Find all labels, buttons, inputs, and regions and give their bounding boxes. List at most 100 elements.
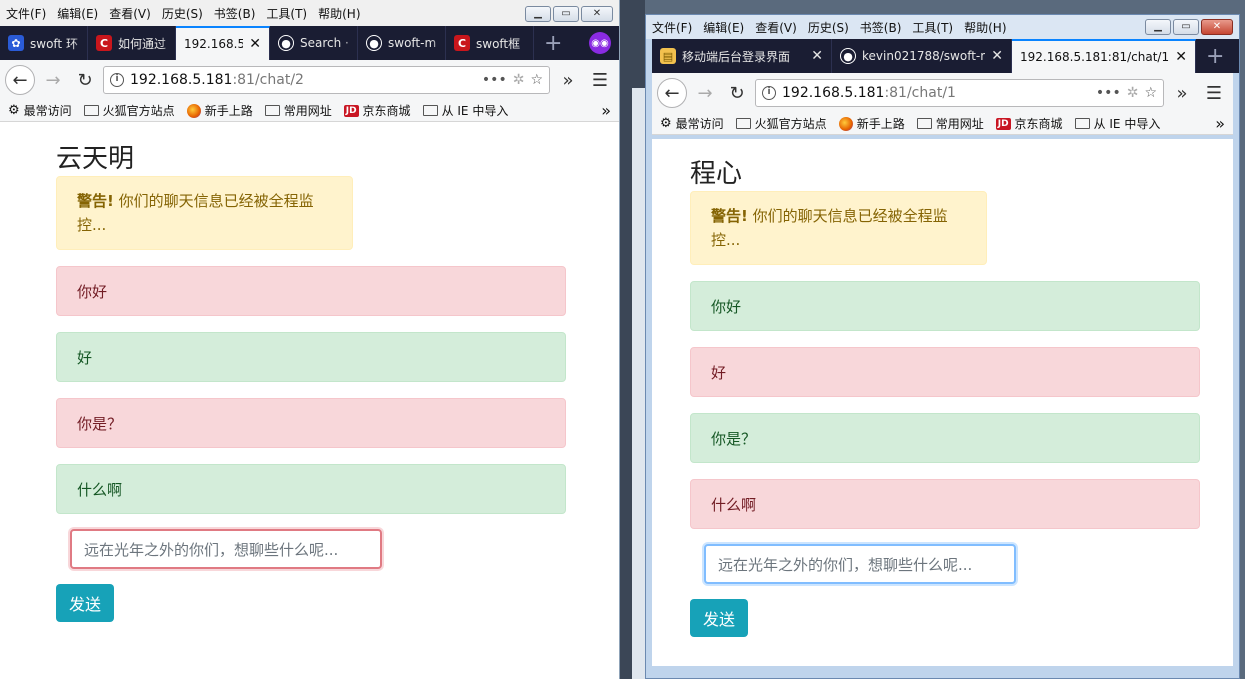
menu-edit[interactable]: 编辑(E)	[703, 19, 744, 36]
star-bookmark-icon[interactable]: ☆	[1144, 85, 1157, 101]
chat-input[interactable]: 远在光年之外的你们，想聊些什么呢...	[704, 544, 1016, 584]
bookmark-firefox-official[interactable]: 火狐官方站点	[83, 102, 175, 119]
close-tab-icon[interactable]: ✕	[991, 48, 1003, 64]
tab-label: swoft框	[476, 36, 521, 51]
bookmark-firefox-official[interactable]: 火狐官方站点	[735, 115, 827, 132]
send-button[interactable]: 发送	[690, 599, 748, 637]
url-bar[interactable]: i 192.168.5.181:81/chat/1 ••• ✲ ☆	[755, 79, 1164, 107]
bookmark-jd[interactable]: JD 京东商城	[995, 115, 1063, 132]
close-tab-icon[interactable]: ✕	[249, 36, 261, 52]
gear-icon: ⚙	[8, 103, 20, 118]
tab-label: 如何通过	[118, 36, 167, 51]
reload-icon[interactable]: ↻	[71, 66, 99, 94]
close-window-button[interactable]: ✕	[1201, 19, 1233, 35]
page-title: 云天明	[56, 144, 135, 174]
menu-tools[interactable]: 工具(T)	[912, 19, 953, 36]
page-actions-icon[interactable]: •••	[1096, 85, 1121, 101]
menu-edit[interactable]: 编辑(E)	[57, 5, 98, 22]
page-title: 程心	[690, 159, 743, 189]
csdn-icon: C	[96, 35, 112, 51]
bookmark-most-visited[interactable]: ⚙ 最常访问	[660, 115, 724, 132]
close-tab-icon[interactable]: ✕	[811, 48, 823, 64]
tab-label: swoft 环	[30, 36, 78, 51]
star-bookmark-icon[interactable]: ☆	[530, 72, 543, 88]
tab-label: 192.168.5.181:81/chat/1	[1020, 50, 1170, 64]
chat-input[interactable]: 远在光年之外的你们，想聊些什么呢...	[70, 529, 382, 569]
bookmarks-more-icon[interactable]: »	[1215, 114, 1225, 133]
menu-bookmarks[interactable]: 书签(B)	[860, 19, 902, 36]
bookmark-label: 火狐官方站点	[102, 104, 175, 118]
tab-how-to[interactable]: C 如何通过	[88, 26, 176, 60]
tab-mobile-login[interactable]: ▤ 移动端后台登录界面 ✕	[652, 39, 832, 73]
info-icon[interactable]: i	[762, 86, 776, 100]
bookmark-common-sites[interactable]: 常用网址	[264, 102, 332, 119]
minimize-button[interactable]: ▁	[525, 6, 551, 22]
menu-help[interactable]: 帮助(H)	[318, 5, 360, 22]
bookmark-most-visited[interactable]: ⚙ 最常访问	[8, 102, 72, 119]
folder-icon	[916, 118, 932, 129]
reload-icon[interactable]: ↻	[723, 79, 751, 107]
bug-icon[interactable]: ✲	[513, 72, 525, 88]
bookmark-label: 新手上路	[204, 104, 253, 118]
url-host: 192.168.5.181	[130, 72, 233, 88]
maximize-button[interactable]: ▭	[1173, 19, 1199, 35]
tab-search-github[interactable]: ● Search ·	[270, 26, 358, 60]
close-window-button[interactable]: ✕	[581, 6, 613, 22]
bookmarks-toolbar: ⚙ 最常访问 火狐官方站点 新手上路 常用网址 JD 京东商城 从 IE 中导入 »	[0, 100, 619, 122]
menu-bookmarks[interactable]: 书签(B)	[214, 5, 256, 22]
forward-arrow-icon[interactable]: →	[691, 79, 719, 107]
tab-label: swoft-m	[388, 36, 437, 50]
send-button[interactable]: 发送	[56, 584, 114, 622]
hamburger-menu-icon[interactable]: ☰	[586, 66, 614, 94]
maximize-button[interactable]: ▭	[553, 6, 579, 22]
menu-tools[interactable]: 工具(T)	[266, 5, 307, 22]
menu-view[interactable]: 查看(V)	[109, 5, 151, 22]
overflow-chevron-icon[interactable]: »	[554, 66, 582, 94]
tab-chat-2[interactable]: 192.168.5 ✕	[176, 26, 270, 60]
back-arrow-icon[interactable]: ←	[657, 78, 687, 108]
info-icon[interactable]: i	[110, 73, 124, 87]
bookmark-ie-import[interactable]: 从 IE 中导入	[422, 102, 509, 119]
overflow-chevron-icon[interactable]: »	[1168, 79, 1196, 107]
chat-message: 你是？	[690, 413, 1200, 463]
new-tab-plus-icon[interactable]: +	[1196, 39, 1234, 73]
page-content: 云天明 警告! 你们的聊天信息已经被全程监控... 你好 好 你是？ 什么啊 远…	[0, 122, 619, 679]
bookmark-jd[interactable]: JD 京东商城	[343, 102, 411, 119]
bookmarks-more-icon[interactable]: »	[601, 101, 611, 120]
menu-file[interactable]: 文件(F)	[652, 19, 692, 36]
tab-chat-1[interactable]: 192.168.5.181:81/chat/1 ✕	[1012, 39, 1196, 73]
menu-bar: 文件(F) 编辑(E) 查看(V) 历史(S) 书签(B) 工具(T) 帮助(H…	[646, 15, 1239, 39]
tab-swoft-framework[interactable]: C swoft框	[446, 26, 534, 60]
back-arrow-icon[interactable]: ←	[5, 65, 35, 95]
menu-history[interactable]: 历史(S)	[162, 5, 203, 22]
bookmark-label: 最常访问	[23, 104, 72, 118]
menu-history[interactable]: 历史(S)	[808, 19, 849, 36]
url-bar[interactable]: i 192.168.5.181:81/chat/2 ••• ✲ ☆	[103, 66, 550, 94]
bookmark-common-sites[interactable]: 常用网址	[916, 115, 984, 132]
tab-swoft-env[interactable]: ✿ swoft 环	[0, 26, 88, 60]
folder-icon	[735, 118, 751, 129]
jd-icon: JD	[343, 104, 359, 117]
menu-view[interactable]: 查看(V)	[755, 19, 797, 36]
forward-arrow-icon[interactable]: →	[39, 66, 67, 94]
bookmark-ie-import[interactable]: 从 IE 中导入	[1074, 115, 1160, 132]
hamburger-menu-icon[interactable]: ☰	[1200, 79, 1228, 107]
chat-message: 你好	[56, 266, 566, 316]
menu-file[interactable]: 文件(F)	[6, 5, 46, 22]
minimize-button[interactable]: ▁	[1145, 19, 1171, 35]
csdn-icon: C	[454, 35, 470, 51]
menu-help[interactable]: 帮助(H)	[964, 19, 1006, 36]
bookmark-getting-started[interactable]: 新手上路	[838, 115, 905, 132]
new-tab-plus-icon[interactable]: +	[534, 26, 572, 60]
bookmark-label: 从 IE 中导入	[441, 104, 509, 118]
bug-icon[interactable]: ✲	[1127, 85, 1139, 101]
close-tab-icon[interactable]: ✕	[1175, 49, 1187, 65]
url-path: :81/chat/2	[232, 72, 304, 88]
page-actions-icon[interactable]: •••	[482, 72, 507, 88]
bookmarks-toolbar: ⚙ 最常访问 火狐官方站点 新手上路 常用网址 JD 京东商城 从 IE 中导入 »	[652, 113, 1233, 135]
bookmark-getting-started[interactable]: 新手上路	[186, 102, 253, 119]
private-mask-icon[interactable]: ◉◉	[589, 32, 611, 54]
tab-github-kevin[interactable]: ● kevin021788/swoft-m ✕	[832, 39, 1012, 73]
tab-swoft-m[interactable]: ● swoft-m	[358, 26, 446, 60]
warning-strong: 警告!	[77, 192, 114, 210]
